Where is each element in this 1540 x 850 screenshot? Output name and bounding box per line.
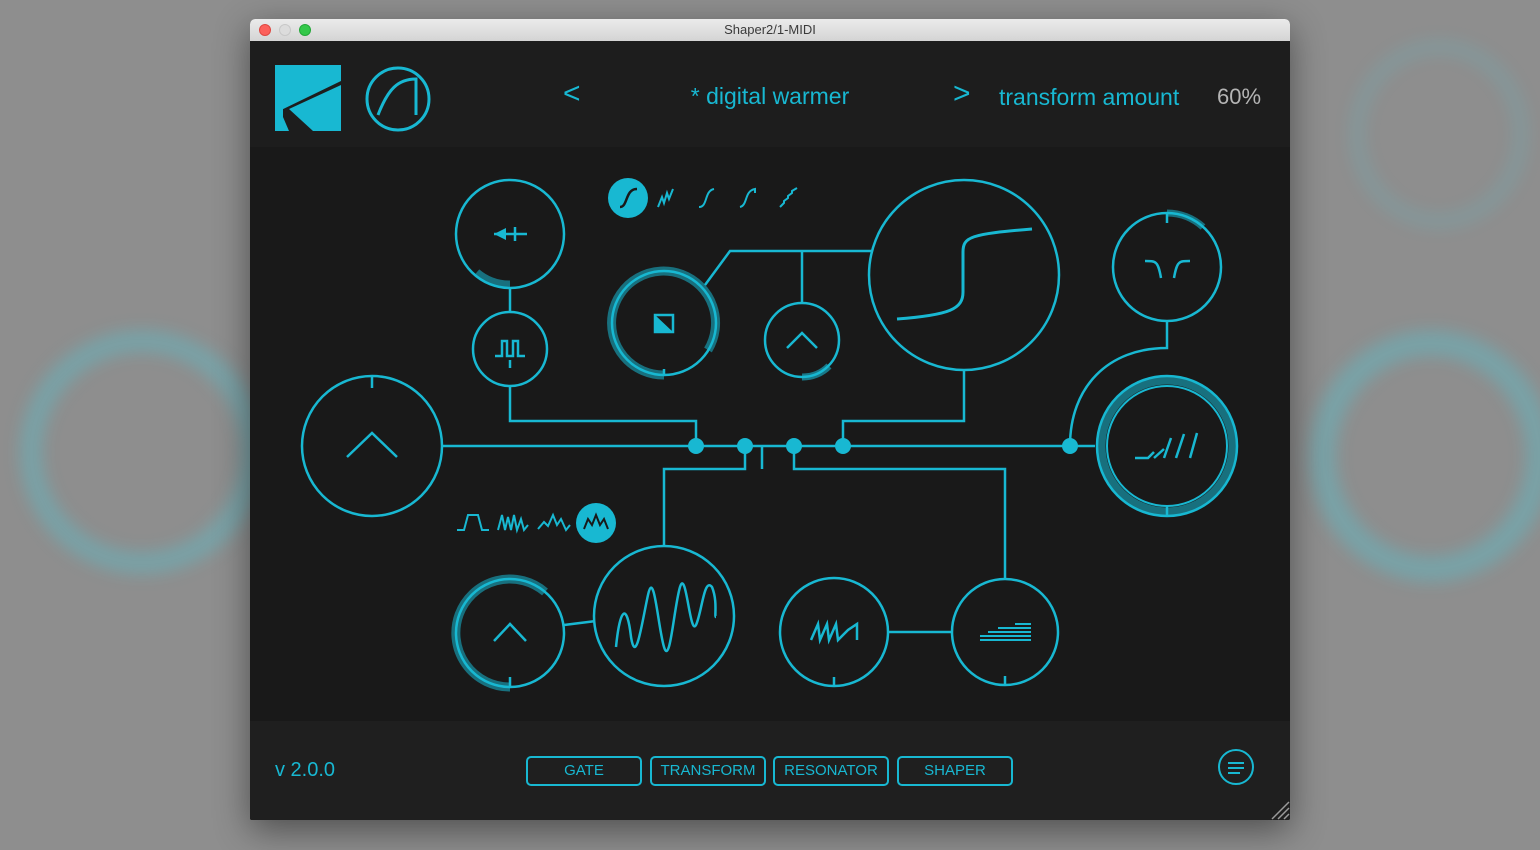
soft-curve-icon[interactable] [698,188,715,208]
junction-node [1062,438,1078,454]
lfo-amount-knob[interactable] [451,574,566,692]
steps-knob[interactable] [950,577,1060,687]
menu-button[interactable] [1218,749,1254,785]
tab-gate[interactable]: GATE [526,756,642,786]
resize-grip-icon[interactable] [1268,798,1290,820]
shaper-curve-display[interactable] [867,178,1061,372]
parameter-name: transform amount [999,84,1180,110]
lfo-wave-display[interactable] [592,544,736,688]
header-bar: < * digital warmer > transform amount 60… [250,41,1290,147]
background-blur-ring [1310,330,1540,582]
plugin-window: Shaper2/1-MIDI < * digital warmer > tran… [250,19,1290,820]
preset-name[interactable]: * digital warmer [650,83,890,110]
gate-threshold-knob[interactable] [454,178,566,290]
menu-icon [1228,762,1244,764]
parameter-value: 60% [1217,84,1262,109]
peak-wave-option[interactable] [576,503,616,543]
background-blur-ring [20,330,264,574]
menu-icon-line [1228,772,1240,774]
tab-resonator[interactable]: RESONATOR [773,756,889,786]
background-blur-ring [1350,40,1528,228]
footer-bar: v 2.0.0 GATE TRANSFORM RESONATOR SHAPER [250,721,1290,820]
junction-node [737,438,753,454]
output-knob[interactable] [1095,374,1239,518]
tab-transform[interactable]: TRANSFORM [650,756,766,786]
menu-icon-line [1228,767,1244,769]
previous-preset-button[interactable]: < [563,77,581,111]
hard-curve-icon[interactable] [739,187,756,208]
brand-logo-icon [275,65,341,131]
wave-selector[interactable] [457,503,616,543]
waveform-mode-icon[interactable] [364,65,432,133]
junction-node [835,438,851,454]
title-bar: Shaper2/1-MIDI [250,19,1290,42]
signal-flow-area [250,147,1290,721]
zigzag-wave-icon[interactable] [537,512,571,532]
junction-node [688,438,704,454]
transform-knob[interactable] [607,266,721,380]
resonator-filter-knob[interactable] [1111,209,1223,323]
next-preset-button[interactable]: > [953,77,971,111]
shaper-drive-knob[interactable] [763,301,841,381]
noise-wave-icon[interactable] [497,514,529,534]
version-label: v 2.0.0 [275,759,336,781]
window-title: Shaper2/1-MIDI [724,22,816,37]
pulse-wave-icon[interactable] [457,514,489,531]
shaper-curve-selector[interactable] [608,178,798,218]
noise-curve-icon[interactable] [657,188,674,208]
sawtooth-knob[interactable] [778,576,890,688]
tab-shaper[interactable]: SHAPER [897,756,1013,786]
input-knob[interactable] [300,374,444,518]
junction-node [786,438,802,454]
gate-pulse-knob[interactable] [471,310,549,388]
stair-curve-icon[interactable] [779,187,798,208]
